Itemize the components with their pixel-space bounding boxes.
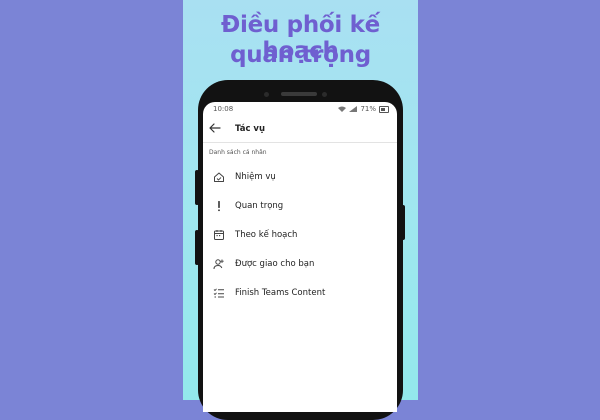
list-item-planned[interactable]: Theo kế hoạch (203, 222, 397, 248)
phone-volume-button (195, 170, 199, 205)
signal-icon (349, 106, 358, 112)
battery-percentage: 71% (360, 105, 376, 113)
list-item-finish-teams-content[interactable]: Finish Teams Content (203, 280, 397, 306)
list-item-label: Theo kế hoạch (235, 230, 298, 240)
app-bar: Tác vụ (203, 116, 397, 143)
page-title: Tác vụ (235, 124, 266, 134)
phone-speaker (281, 92, 317, 96)
headline-line-2: quan trọng (230, 42, 371, 68)
phone-screen: 10:08 71% Tác vụ Danh sách cá nhân Nhiệm… (203, 102, 397, 412)
back-arrow-icon[interactable] (208, 121, 222, 135)
section-label: Danh sách cá nhân (209, 149, 267, 156)
list-item-label: Nhiệm vụ (235, 172, 276, 182)
list-item-label: Được giao cho bạn (235, 259, 315, 269)
calendar-icon (214, 230, 224, 240)
status-time: 10:08 (213, 105, 234, 113)
list-item-label: Finish Teams Content (235, 288, 326, 298)
home-icon (214, 172, 224, 182)
assigned-user-icon (213, 259, 224, 270)
list-item-tasks[interactable]: Nhiệm vụ (203, 164, 397, 190)
status-bar: 10:08 71% (203, 102, 397, 116)
battery-icon (379, 105, 389, 113)
list-item-assigned[interactable]: Được giao cho bạn (203, 251, 397, 277)
phone-camera (264, 92, 269, 97)
phone-power-button (401, 205, 405, 240)
status-indicators: 71% (338, 105, 389, 113)
checklist-icon (213, 288, 224, 298)
exclamation-icon (218, 201, 220, 212)
list-item-label: Quan trọng (235, 201, 284, 211)
phone-sensor (322, 92, 327, 97)
list-item-important[interactable]: Quan trọng (203, 193, 397, 219)
wifi-icon (338, 106, 347, 112)
phone-bixby-button (195, 230, 199, 265)
